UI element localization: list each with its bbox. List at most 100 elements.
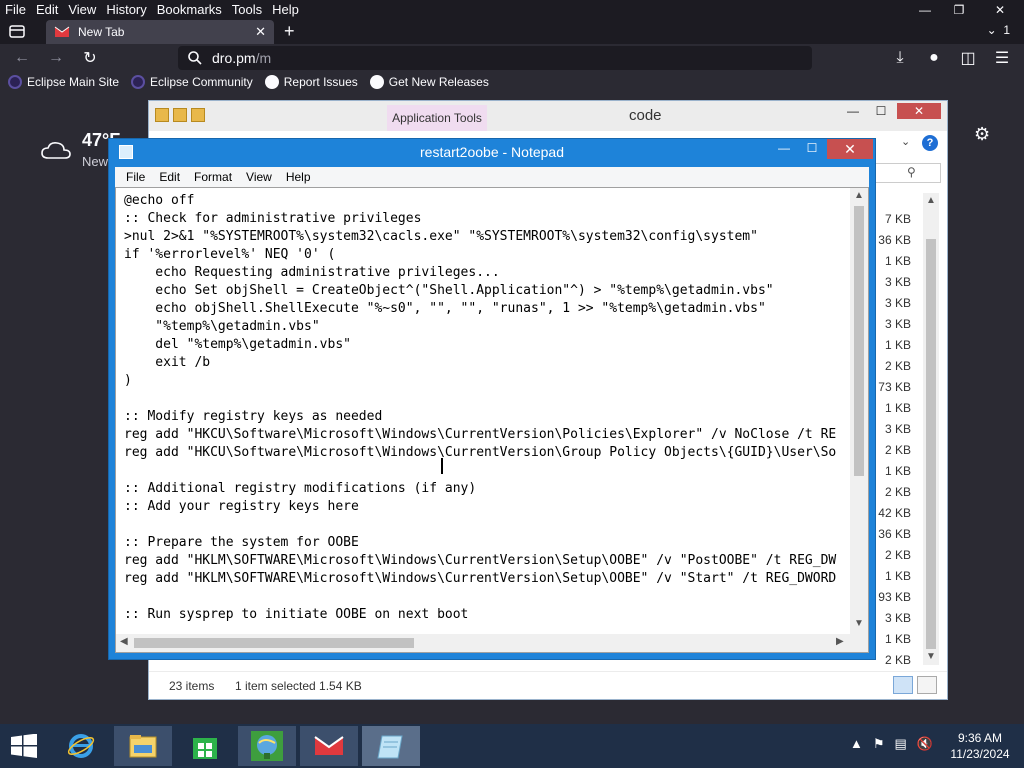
- explorer-vertical-scrollbar[interactable]: ▲ ▼: [923, 193, 939, 665]
- weather-location: New: [82, 154, 109, 169]
- ribbon-expand-chevron-icon[interactable]: ⌄: [901, 135, 910, 148]
- scroll-right-icon[interactable]: ▶: [836, 636, 844, 647]
- menu-bookmarks[interactable]: Bookmarks: [152, 0, 227, 20]
- search-icon: [188, 51, 202, 65]
- text-line: echo Set objShell = CreateObject^("Shell…: [124, 283, 774, 298]
- downloads-icon[interactable]: ⤓: [890, 48, 910, 68]
- large-icons-view-icon[interactable]: [917, 676, 937, 694]
- file-size-cell: 1 KB: [884, 254, 911, 268]
- text-line: :: Check for administrative privileges: [124, 211, 422, 226]
- scrollbar-corner: [850, 634, 868, 652]
- notepad-titlebar: restart2oobe - Notepad — ☐ ✕: [109, 139, 875, 165]
- menu-tools[interactable]: Tools: [227, 0, 267, 20]
- extensions-icon[interactable]: ◫: [958, 48, 978, 68]
- bookmark-report-issues[interactable]: Report Issues: [264, 75, 358, 89]
- selection-info: 1 item selected 1.54 KB: [235, 679, 362, 693]
- text-line: ): [124, 373, 132, 388]
- file-size-cell: 3 KB: [884, 275, 911, 289]
- scroll-thumb[interactable]: [134, 638, 414, 648]
- menu-help[interactable]: Help: [267, 0, 304, 20]
- text-line: [124, 390, 846, 408]
- tray-chevron-up-icon[interactable]: ▲: [850, 736, 863, 752]
- text-line: @echo off: [124, 193, 195, 208]
- network-icon[interactable]: ▤: [895, 736, 907, 752]
- restore-button[interactable]: ❐: [942, 0, 976, 20]
- notepad-content[interactable]: @echo off:: Check for administrative pri…: [124, 192, 846, 632]
- gear-icon[interactable]: ⚙: [974, 124, 990, 145]
- notepad-menu-file[interactable]: File: [119, 170, 152, 184]
- notepad-menu-edit[interactable]: Edit: [152, 170, 187, 184]
- explorer-maximize-button[interactable]: ☐: [869, 103, 893, 119]
- store-icon[interactable]: [176, 726, 234, 766]
- url-text: dro.pm/m: [212, 50, 272, 66]
- help-icon[interactable]: ?: [922, 135, 938, 151]
- notepad-taskbar-icon[interactable]: [362, 726, 420, 766]
- text-line: reg add "HKLM\SOFTWARE\Microsoft\Windows…: [124, 571, 837, 586]
- new-folder-icon[interactable]: [191, 108, 205, 122]
- minimize-button[interactable]: —: [908, 0, 942, 20]
- file-size-cell: 7 KB: [884, 212, 911, 226]
- tab-new-tab[interactable]: New Tab ✕: [46, 20, 274, 44]
- notepad-minimize-button[interactable]: —: [771, 141, 797, 159]
- menu-edit[interactable]: Edit: [31, 0, 63, 20]
- file-size-cell: 3 KB: [884, 317, 911, 331]
- details-view-icon[interactable]: [893, 676, 913, 694]
- text-line: exit /b: [124, 355, 211, 370]
- notepad-menu-help[interactable]: Help: [279, 170, 318, 184]
- notepad-close-button[interactable]: ✕: [827, 139, 873, 159]
- bookmark-eclipse-community[interactable]: Eclipse Community: [131, 75, 253, 89]
- text-line: "%temp%\getadmin.vbs": [124, 319, 320, 334]
- account-icon[interactable]: ●: [924, 48, 944, 68]
- tab-close-icon[interactable]: ✕: [255, 24, 266, 40]
- new-tab-plus-icon[interactable]: +: [284, 21, 295, 42]
- scroll-thumb[interactable]: [926, 239, 936, 649]
- file-size-cell: 3 KB: [884, 611, 911, 625]
- scroll-left-icon[interactable]: ◀: [120, 636, 128, 647]
- notepad-menubar: File Edit Format View Help: [115, 167, 869, 187]
- notepad-vertical-scrollbar[interactable]: ▲ ▼: [850, 188, 868, 634]
- file-size-cell: 3 KB: [884, 296, 911, 310]
- close-button[interactable]: ✕: [976, 0, 1024, 20]
- system-tray: ▲ ⚑ ▤ 🔇: [850, 736, 933, 752]
- file-size-cell: 73 KB: [878, 380, 911, 394]
- text-line: reg add "HKLM\SOFTWARE\Microsoft\Windows…: [124, 553, 837, 568]
- tab-list-icon[interactable]: [8, 23, 30, 41]
- address-bar[interactable]: dro.pm/m: [178, 46, 812, 70]
- hamburger-menu-icon[interactable]: ☰: [992, 48, 1012, 68]
- taskbar-clock[interactable]: 9:36 AM 11/23/2024: [944, 730, 1016, 762]
- scroll-up-icon[interactable]: ▲: [854, 190, 864, 201]
- notepad-menu-format[interactable]: Format: [187, 170, 239, 184]
- menu-view[interactable]: View: [63, 0, 101, 20]
- windows-start-icon[interactable]: [10, 734, 38, 758]
- menu-history[interactable]: History: [101, 0, 151, 20]
- scroll-thumb[interactable]: [854, 206, 864, 476]
- firefox-mail-icon[interactable]: [300, 726, 358, 766]
- network-globe-icon[interactable]: [238, 726, 296, 766]
- scroll-up-icon[interactable]: ▲: [926, 195, 936, 206]
- folder-icon[interactable]: [155, 108, 169, 122]
- properties-icon[interactable]: [173, 108, 187, 122]
- notepad-window: restart2oobe - Notepad — ☐ ✕ File Edit F…: [108, 138, 876, 660]
- tab-overflow-chevron-icon[interactable]: ⌄ 1: [987, 23, 1010, 37]
- application-tools-tab[interactable]: Application Tools: [387, 105, 487, 131]
- flag-icon[interactable]: ⚑: [873, 736, 885, 752]
- file-explorer-icon[interactable]: [114, 726, 172, 766]
- scroll-down-icon[interactable]: ▼: [926, 651, 936, 662]
- back-arrow-icon[interactable]: ←: [12, 48, 32, 68]
- notepad-text-area[interactable]: @echo off:: Check for administrative pri…: [115, 187, 869, 653]
- notepad-menu-view[interactable]: View: [239, 170, 279, 184]
- explorer-minimize-button[interactable]: —: [841, 103, 865, 119]
- notepad-horizontal-scrollbar[interactable]: ◀ ▶: [116, 634, 850, 652]
- clock-time: 9:36 AM: [957, 731, 1003, 745]
- explorer-title: code: [629, 107, 662, 124]
- scroll-down-icon[interactable]: ▼: [854, 618, 864, 629]
- explorer-close-button[interactable]: ✕: [897, 103, 941, 119]
- notepad-maximize-button[interactable]: ☐: [799, 141, 825, 159]
- bookmark-eclipse-main-site[interactable]: Eclipse Main Site: [8, 75, 119, 89]
- reload-icon[interactable]: ↻: [80, 48, 100, 68]
- forward-arrow-icon[interactable]: →: [46, 48, 66, 68]
- bookmark-get-new-releases[interactable]: Get New Releases: [369, 75, 489, 89]
- menu-file[interactable]: File: [0, 0, 31, 20]
- volume-muted-icon[interactable]: 🔇: [917, 736, 933, 752]
- internet-explorer-icon[interactable]: [52, 726, 110, 766]
